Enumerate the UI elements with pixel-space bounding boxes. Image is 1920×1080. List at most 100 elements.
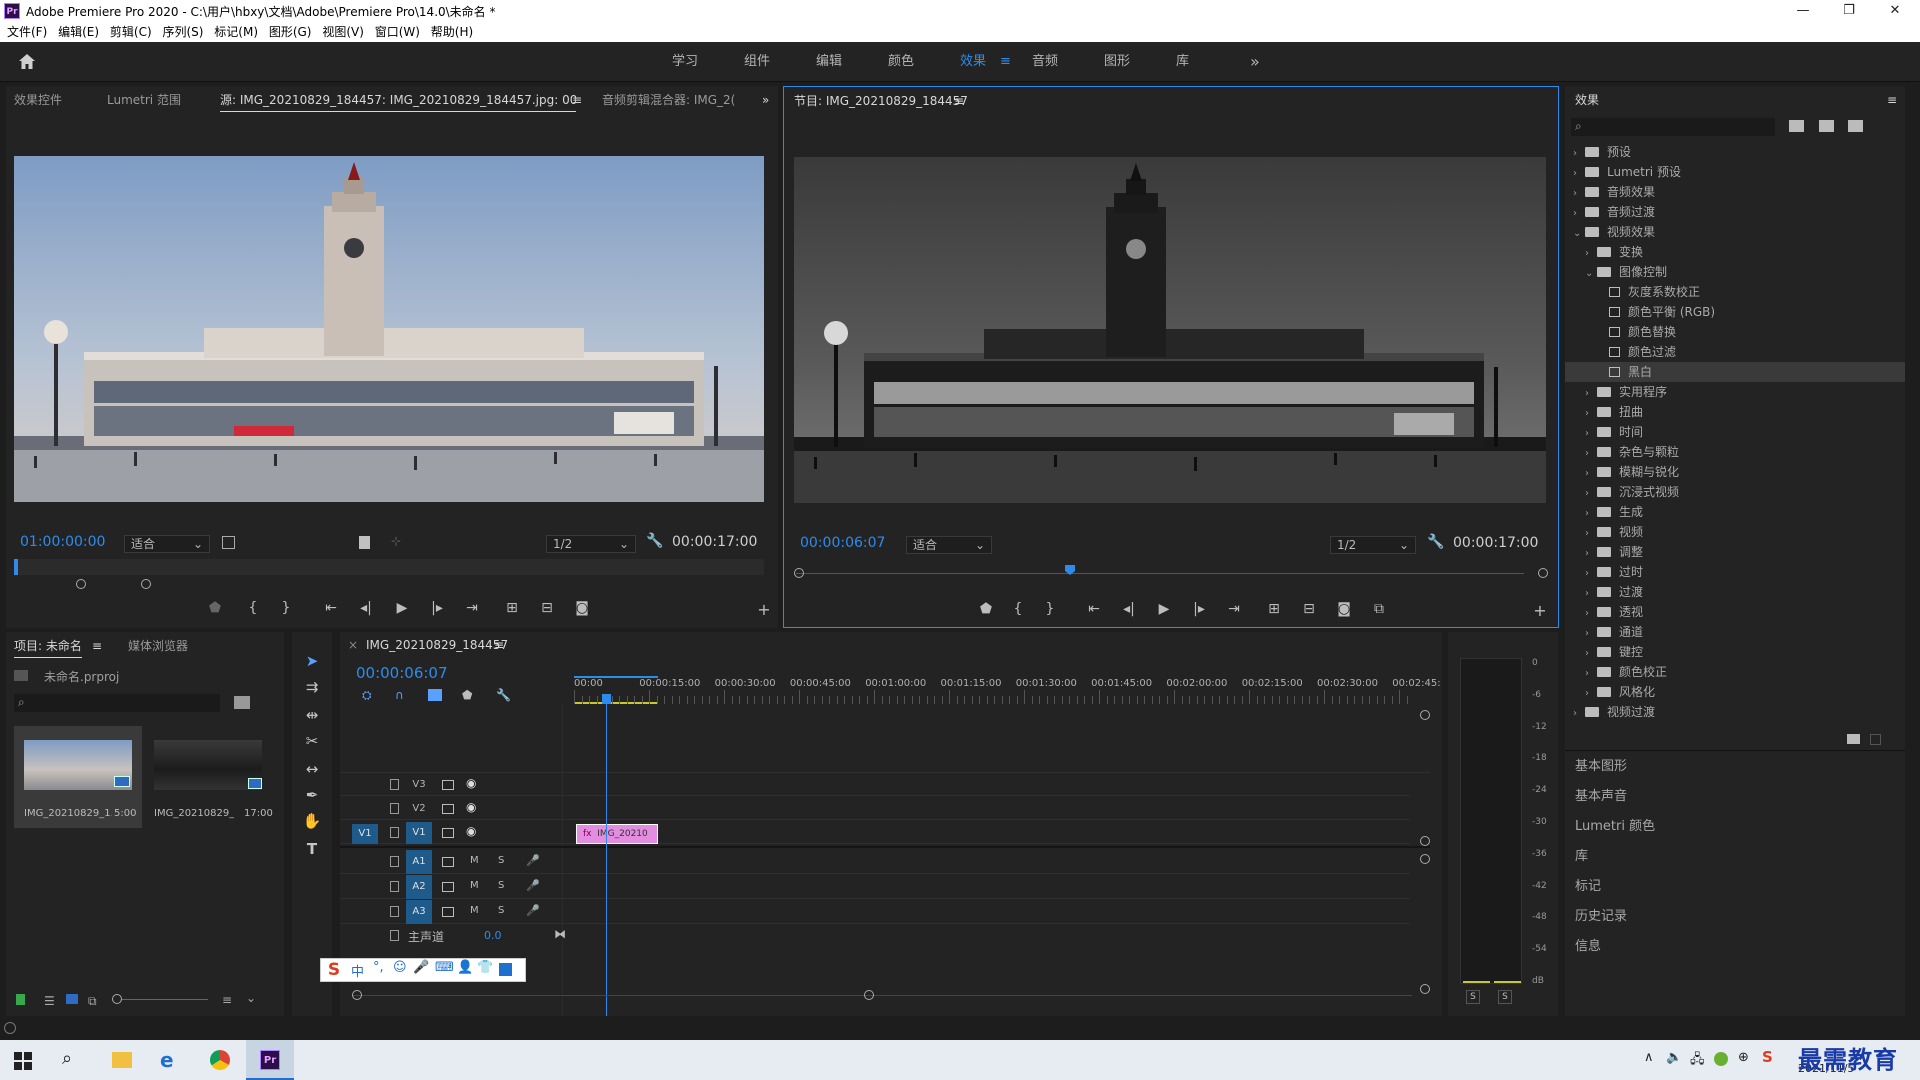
program-menu-icon[interactable]: ≡ (954, 87, 964, 115)
chevron-right-icon[interactable]: › (1573, 164, 1585, 184)
windows-start-icon[interactable] (14, 1052, 32, 1073)
tab-project[interactable]: 项目: 未命名 (14, 632, 82, 658)
menu-sequence[interactable]: 序列(S) (162, 22, 203, 42)
vertical-scroll-bottom[interactable] (1420, 836, 1430, 846)
effects-tree-item[interactable]: 颜色过滤 (1565, 342, 1905, 362)
source-resolution-select[interactable]: 1/2 ⌄ (546, 535, 636, 553)
sync-lock-icon[interactable] (442, 828, 454, 838)
effects-tree-item[interactable]: › 实用程序 (1565, 382, 1905, 402)
effects-tree-item[interactable]: › 过时 (1565, 562, 1905, 582)
effects-tree-item[interactable]: › 风格化 (1565, 682, 1905, 702)
file-explorer-icon[interactable] (112, 1052, 132, 1068)
solo-button[interactable]: S (498, 905, 504, 916)
step-back-icon[interactable]: ◂| (354, 598, 378, 618)
safe-margins-icon[interactable] (222, 536, 235, 549)
sync-lock-icon[interactable] (442, 804, 454, 814)
step-forward-icon[interactable]: |▸ (1187, 599, 1211, 619)
toolbox-icon[interactable] (499, 963, 512, 976)
go-to-end-icon[interactable]: ⧓ (554, 927, 566, 941)
chevron-right-icon[interactable]: › (1585, 664, 1597, 684)
workspace-editing[interactable]: 编辑 (816, 42, 842, 82)
zoom-handle-right[interactable] (141, 579, 151, 589)
play-icon[interactable]: ▶ (1152, 599, 1176, 619)
sogou-logo-icon[interactable]: S (323, 960, 345, 980)
go-to-out-icon[interactable]: ⇥ (1222, 599, 1246, 619)
punctuation-icon[interactable]: °, (373, 960, 384, 975)
zoom-handle-left[interactable] (76, 579, 86, 589)
horizontal-scroll-left[interactable] (352, 990, 362, 1000)
source-timecode[interactable]: 01:00:00:00 (20, 534, 105, 550)
collapsed-panel-tab[interactable]: Lumetri 颜色 (1575, 812, 1895, 842)
accelerated-effects-icon[interactable] (1789, 120, 1804, 132)
effects-tree-item[interactable]: 黑白 (1565, 362, 1905, 382)
collapsed-panel-tab[interactable]: 历史记录 (1575, 902, 1895, 932)
overwrite-clip-icon[interactable]: ⊟ (535, 598, 559, 618)
step-back-icon[interactable]: ◂| (1117, 599, 1141, 619)
horizontal-scrollbar[interactable] (352, 995, 1412, 996)
new-search-bin-icon[interactable] (234, 696, 250, 709)
eye-icon[interactable]: ◉ (466, 824, 476, 838)
zoom-slider-track[interactable] (122, 999, 208, 1000)
voice-over-icon[interactable]: 🎤 (526, 904, 540, 917)
sync-lock-icon[interactable] (442, 882, 454, 892)
track-lock-icon[interactable] (390, 803, 399, 814)
effects-tree-item[interactable]: › 视频过渡 (1565, 702, 1905, 722)
tray-chevron-icon[interactable]: ∧ (1644, 1050, 1654, 1065)
chevron-right-icon[interactable]: › (1585, 684, 1597, 704)
program-zoom-handle-right[interactable] (1538, 568, 1548, 578)
workspace-audio[interactable]: 音频 (1032, 42, 1058, 82)
workspace-graphics[interactable]: 图形 (1104, 42, 1130, 82)
voice-over-icon[interactable]: 🎤 (526, 879, 540, 892)
effects-tree-item[interactable]: 颜色平衡 (RGB) (1565, 302, 1905, 322)
track-lock-icon[interactable] (390, 881, 399, 892)
master-volume[interactable]: 0.0 (484, 929, 502, 942)
nest-icon[interactable]: ⛭ (362, 688, 372, 703)
voice-over-icon[interactable]: 🎤 (526, 854, 540, 867)
effects-tree-item[interactable]: › 生成 (1565, 502, 1905, 522)
collapsed-panel-tab[interactable]: 库 (1575, 842, 1895, 872)
menu-view[interactable]: 视图(V) (322, 22, 364, 42)
voice-icon[interactable]: 🎤 (413, 960, 429, 975)
hand-tool-icon[interactable]: ✋ (298, 808, 326, 834)
effects-tree-item[interactable]: › 视频 (1565, 522, 1905, 542)
effects-tree-item[interactable]: › 键控 (1565, 642, 1905, 662)
insert-clip-icon[interactable]: ⊞ (500, 598, 524, 618)
slip-tool-icon[interactable]: ↔ (298, 756, 326, 782)
chevron-right-icon[interactable]: › (1585, 584, 1597, 604)
menu-help[interactable]: 帮助(H) (431, 22, 473, 42)
razor-tool-icon[interactable]: ✂ (298, 728, 326, 754)
eye-icon[interactable]: ◉ (466, 800, 476, 814)
go-to-in-icon[interactable]: ⇤ (319, 598, 343, 618)
menu-file[interactable]: 文件(F) (7, 22, 47, 42)
audio-track-row[interactable]: A3 M S 🎤 (340, 900, 1410, 924)
sequence-tab[interactable]: IMG_20210829_184457 (366, 638, 508, 652)
add-button-icon[interactable]: + (1528, 601, 1552, 621)
workspace-overflow-icon[interactable]: » (1250, 42, 1260, 82)
new-bin-icon[interactable] (1847, 734, 1860, 744)
chevron-right-icon[interactable]: › (1585, 444, 1597, 464)
timeline-ruler[interactable]: 00:00 00:00:15:00 00:00:30:00 00:00:45:00 00… (574, 676, 1441, 704)
icon-view-icon[interactable] (66, 994, 78, 1004)
effects-tree-item[interactable]: 灰度系数校正 (1565, 282, 1905, 302)
freeform-view-icon[interactable]: ⧉ (88, 994, 97, 1009)
add-marker-icon[interactable]: ⬟ (462, 688, 472, 702)
horizontal-scroll-right[interactable] (864, 990, 874, 1000)
audio-scroll-bottom[interactable] (1420, 984, 1430, 994)
track-lock-icon[interactable] (390, 827, 399, 838)
playhead-handle[interactable] (602, 694, 611, 704)
chevron-right-icon[interactable]: › (1585, 424, 1597, 444)
search-icon[interactable]: ⌕ (62, 1048, 72, 1069)
project-item-1[interactable]: IMG_20210829_1... 5:00 (14, 726, 142, 828)
play-icon[interactable]: ▶ (390, 598, 414, 618)
timeline-playhead[interactable] (606, 704, 607, 1016)
premiere-taskbar-button[interactable]: Pr (246, 1040, 294, 1080)
effects-search-input[interactable]: ⌕ (1571, 118, 1775, 136)
close-tab-icon[interactable]: × (348, 638, 358, 652)
chevron-right-icon[interactable]: › (1585, 604, 1597, 624)
menu-window[interactable]: 窗口(W) (375, 22, 420, 42)
chevron-down-icon[interactable]: ⌄ (246, 991, 256, 1005)
go-to-out-icon[interactable]: ⇥ (460, 598, 484, 618)
type-tool-icon[interactable]: T (298, 836, 326, 862)
effects-tree-item[interactable]: › 调整 (1565, 542, 1905, 562)
linked-selection-icon[interactable] (428, 689, 442, 701)
